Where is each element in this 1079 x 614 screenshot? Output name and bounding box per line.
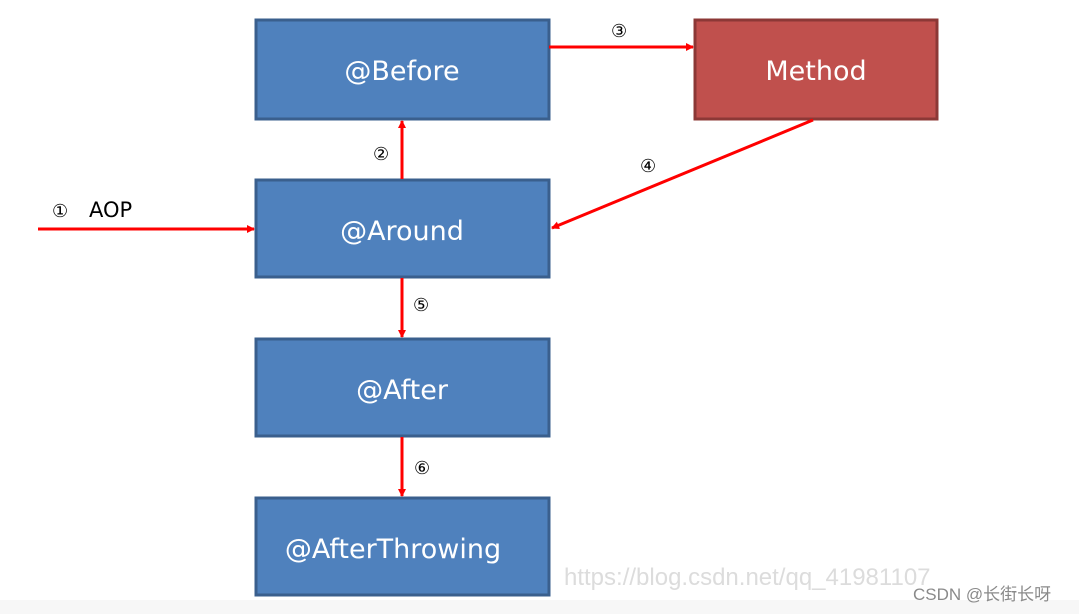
watermark-url: https://blog.csdn.net/qq_41981107	[564, 564, 931, 591]
after-throwing-box: @AfterThrowing	[254, 496, 551, 597]
step-6-number: ⑥	[414, 458, 430, 479]
after-label: @After	[356, 375, 449, 406]
arrow-4	[551, 118, 814, 230]
step-1-number: ①	[52, 201, 68, 222]
before-label: @Before	[344, 56, 459, 87]
before-box: @Before	[254, 18, 551, 121]
step-1-label: AOP	[89, 198, 132, 222]
step-3-number: ③	[611, 21, 627, 42]
step-4-number: ④	[640, 156, 656, 177]
method-box: Method	[693, 18, 939, 121]
step-2-number: ②	[373, 144, 389, 165]
method-label: Method	[765, 56, 866, 87]
after-throwing-label: @AfterThrowing	[285, 534, 501, 565]
diagram-canvas: @Before Method @Around @After @AfterThro…	[0, 18, 1079, 614]
step-5-number: ⑤	[413, 295, 429, 316]
around-label: @Around	[340, 216, 464, 247]
watermark-author: CSDN @长街长呀	[913, 585, 1051, 604]
aop-diagram: @Before Method @Around @After @AfterThro…	[0, 0, 1079, 614]
around-box: @Around	[254, 178, 551, 279]
after-box: @After	[254, 337, 551, 438]
